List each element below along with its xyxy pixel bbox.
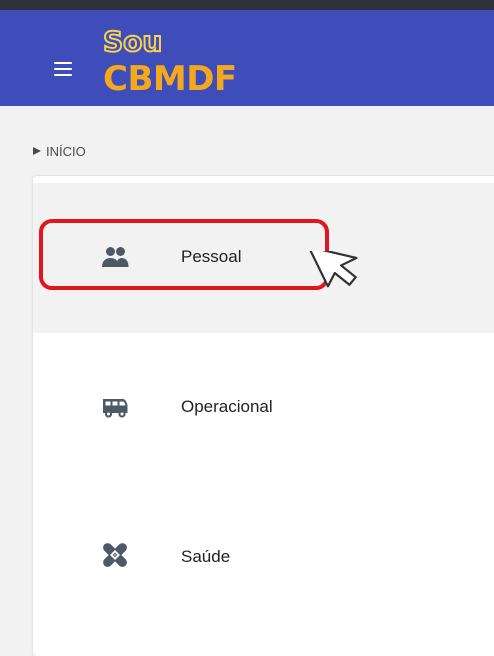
bandage-icon [103, 543, 127, 567]
app-bar: Sou CBMDF [0, 10, 494, 106]
menu-item-label: Saúde [181, 547, 231, 566]
menu-item-label: Operacional [181, 397, 273, 416]
truck-icon [103, 399, 128, 418]
logo-text-cbmdf: CBMDF [103, 59, 237, 99]
hamburger-icon-line [54, 68, 72, 70]
menu-item-operacional[interactable]: Operacional [33, 333, 494, 483]
mouse-pointer-icon [307, 251, 358, 288]
app-logo[interactable]: Sou CBMDF [102, 25, 263, 110]
menu-item-saude[interactable]: Saúde [33, 483, 494, 633]
breadcrumb-arrow-icon [33, 147, 41, 155]
hamburger-icon-line [54, 62, 72, 64]
window-top-strip [0, 0, 494, 10]
breadcrumb[interactable]: INÍCIO [33, 143, 86, 161]
menu-button[interactable] [48, 52, 82, 86]
breadcrumb-label: INÍCIO [46, 144, 86, 159]
logo-text-sou: Sou [102, 25, 163, 58]
highlight-box [39, 219, 329, 290]
hamburger-icon-line [54, 74, 72, 76]
